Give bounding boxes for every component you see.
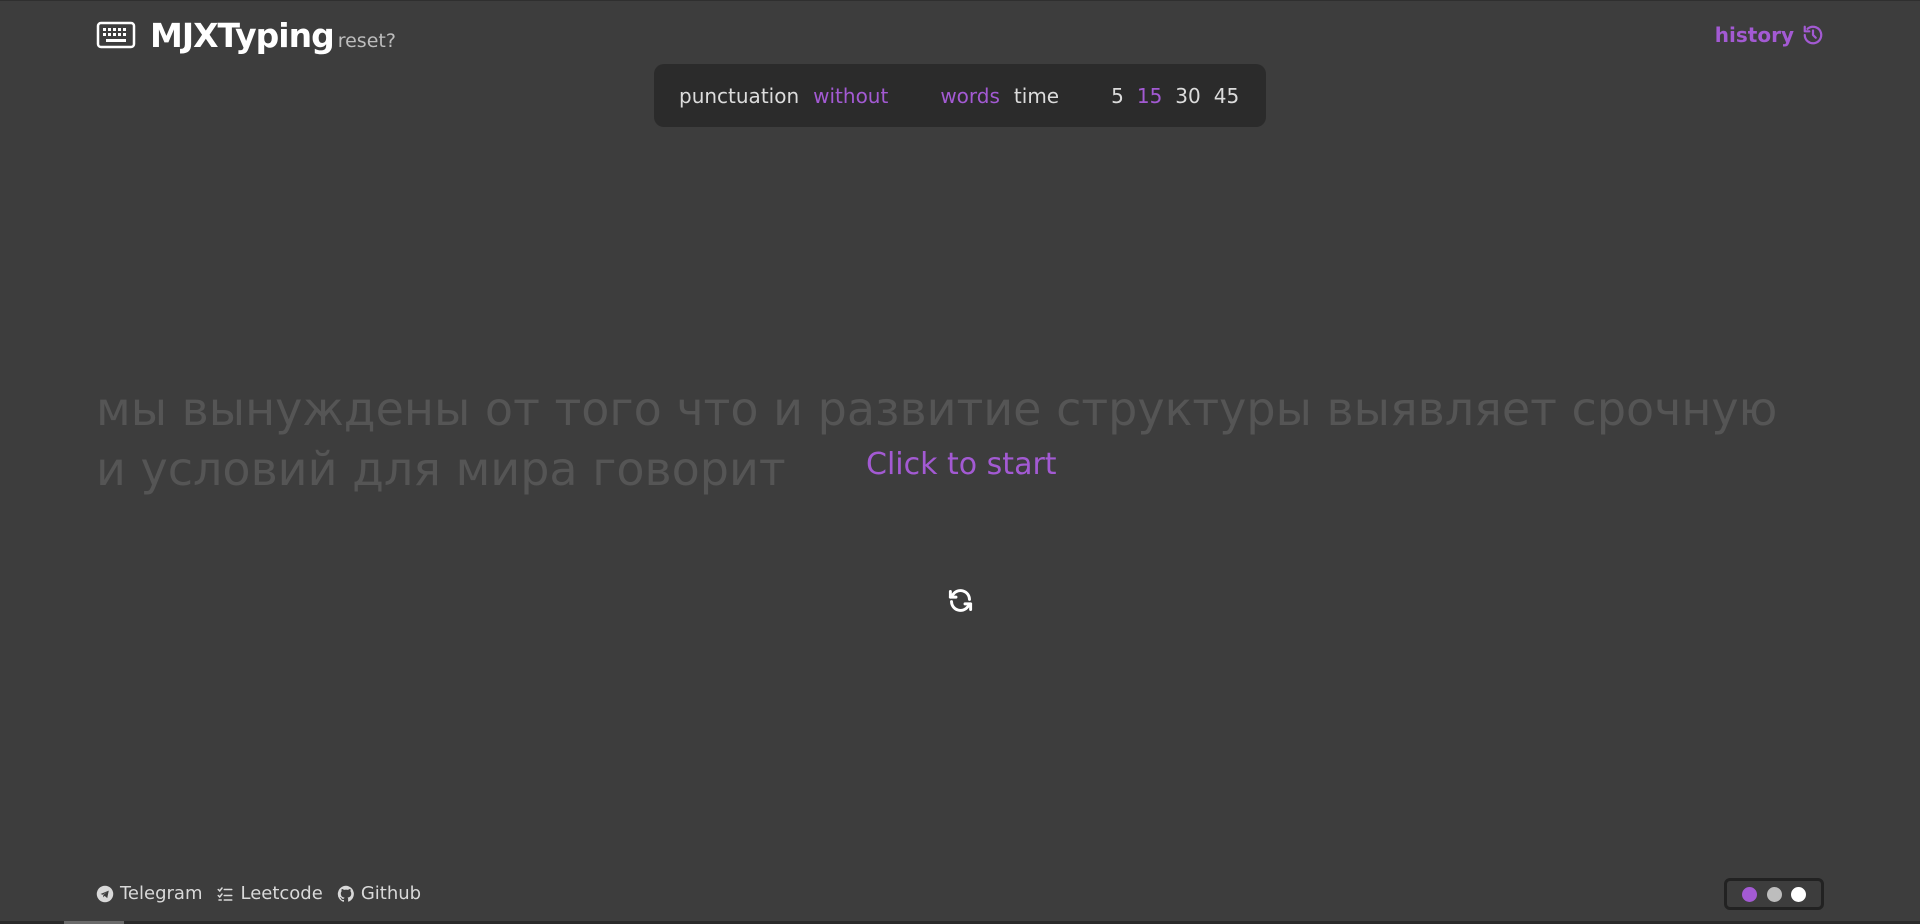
mode-time[interactable]: time <box>1014 84 1059 108</box>
count-option[interactable]: 30 <box>1175 84 1200 108</box>
footer-link-github[interactable]: Github <box>337 883 421 904</box>
punctuation-value[interactable]: without <box>813 84 888 108</box>
header: MJXTyping reset? history <box>96 15 1824 55</box>
footer-link-leetcode[interactable]: Leetcode <box>216 883 323 904</box>
theme-switcher <box>1724 878 1824 910</box>
mode-words[interactable]: words <box>940 84 1000 108</box>
click-to-start[interactable]: Click to start <box>866 447 1057 482</box>
footer-link-label: Leetcode <box>240 883 323 904</box>
options-bar: punctuation without words time 5 15 30 4… <box>654 64 1266 127</box>
keyboard-icon <box>96 21 136 49</box>
history-label: history <box>1714 23 1794 47</box>
count-option[interactable]: 45 <box>1214 84 1239 108</box>
count-option[interactable]: 15 <box>1137 84 1162 108</box>
punctuation-toggle[interactable]: punctuation <box>679 84 799 108</box>
count-option[interactable]: 5 <box>1111 84 1124 108</box>
brand[interactable]: MJXTyping reset? <box>96 16 396 55</box>
app-root: MJXTyping reset? history punctuation wit… <box>0 0 1920 924</box>
app-title: MJXTyping <box>150 15 335 55</box>
footer-link-label: Github <box>360 883 422 904</box>
history-button[interactable]: history <box>1715 23 1824 47</box>
github-icon <box>337 885 354 902</box>
history-icon <box>1803 25 1823 45</box>
theme-white[interactable] <box>1790 886 1806 902</box>
refresh-icon[interactable] <box>947 587 974 614</box>
telegram-icon <box>96 885 114 902</box>
theme-gray[interactable] <box>1766 886 1782 902</box>
theme-purple[interactable] <box>1742 886 1758 902</box>
footer-link-label: Telegram <box>120 883 203 904</box>
reset-link[interactable]: reset? <box>338 30 396 52</box>
footer: Telegram Leetcode Github <box>96 883 421 904</box>
checklist-icon <box>217 886 233 901</box>
footer-link-telegram[interactable]: Telegram <box>96 883 202 904</box>
